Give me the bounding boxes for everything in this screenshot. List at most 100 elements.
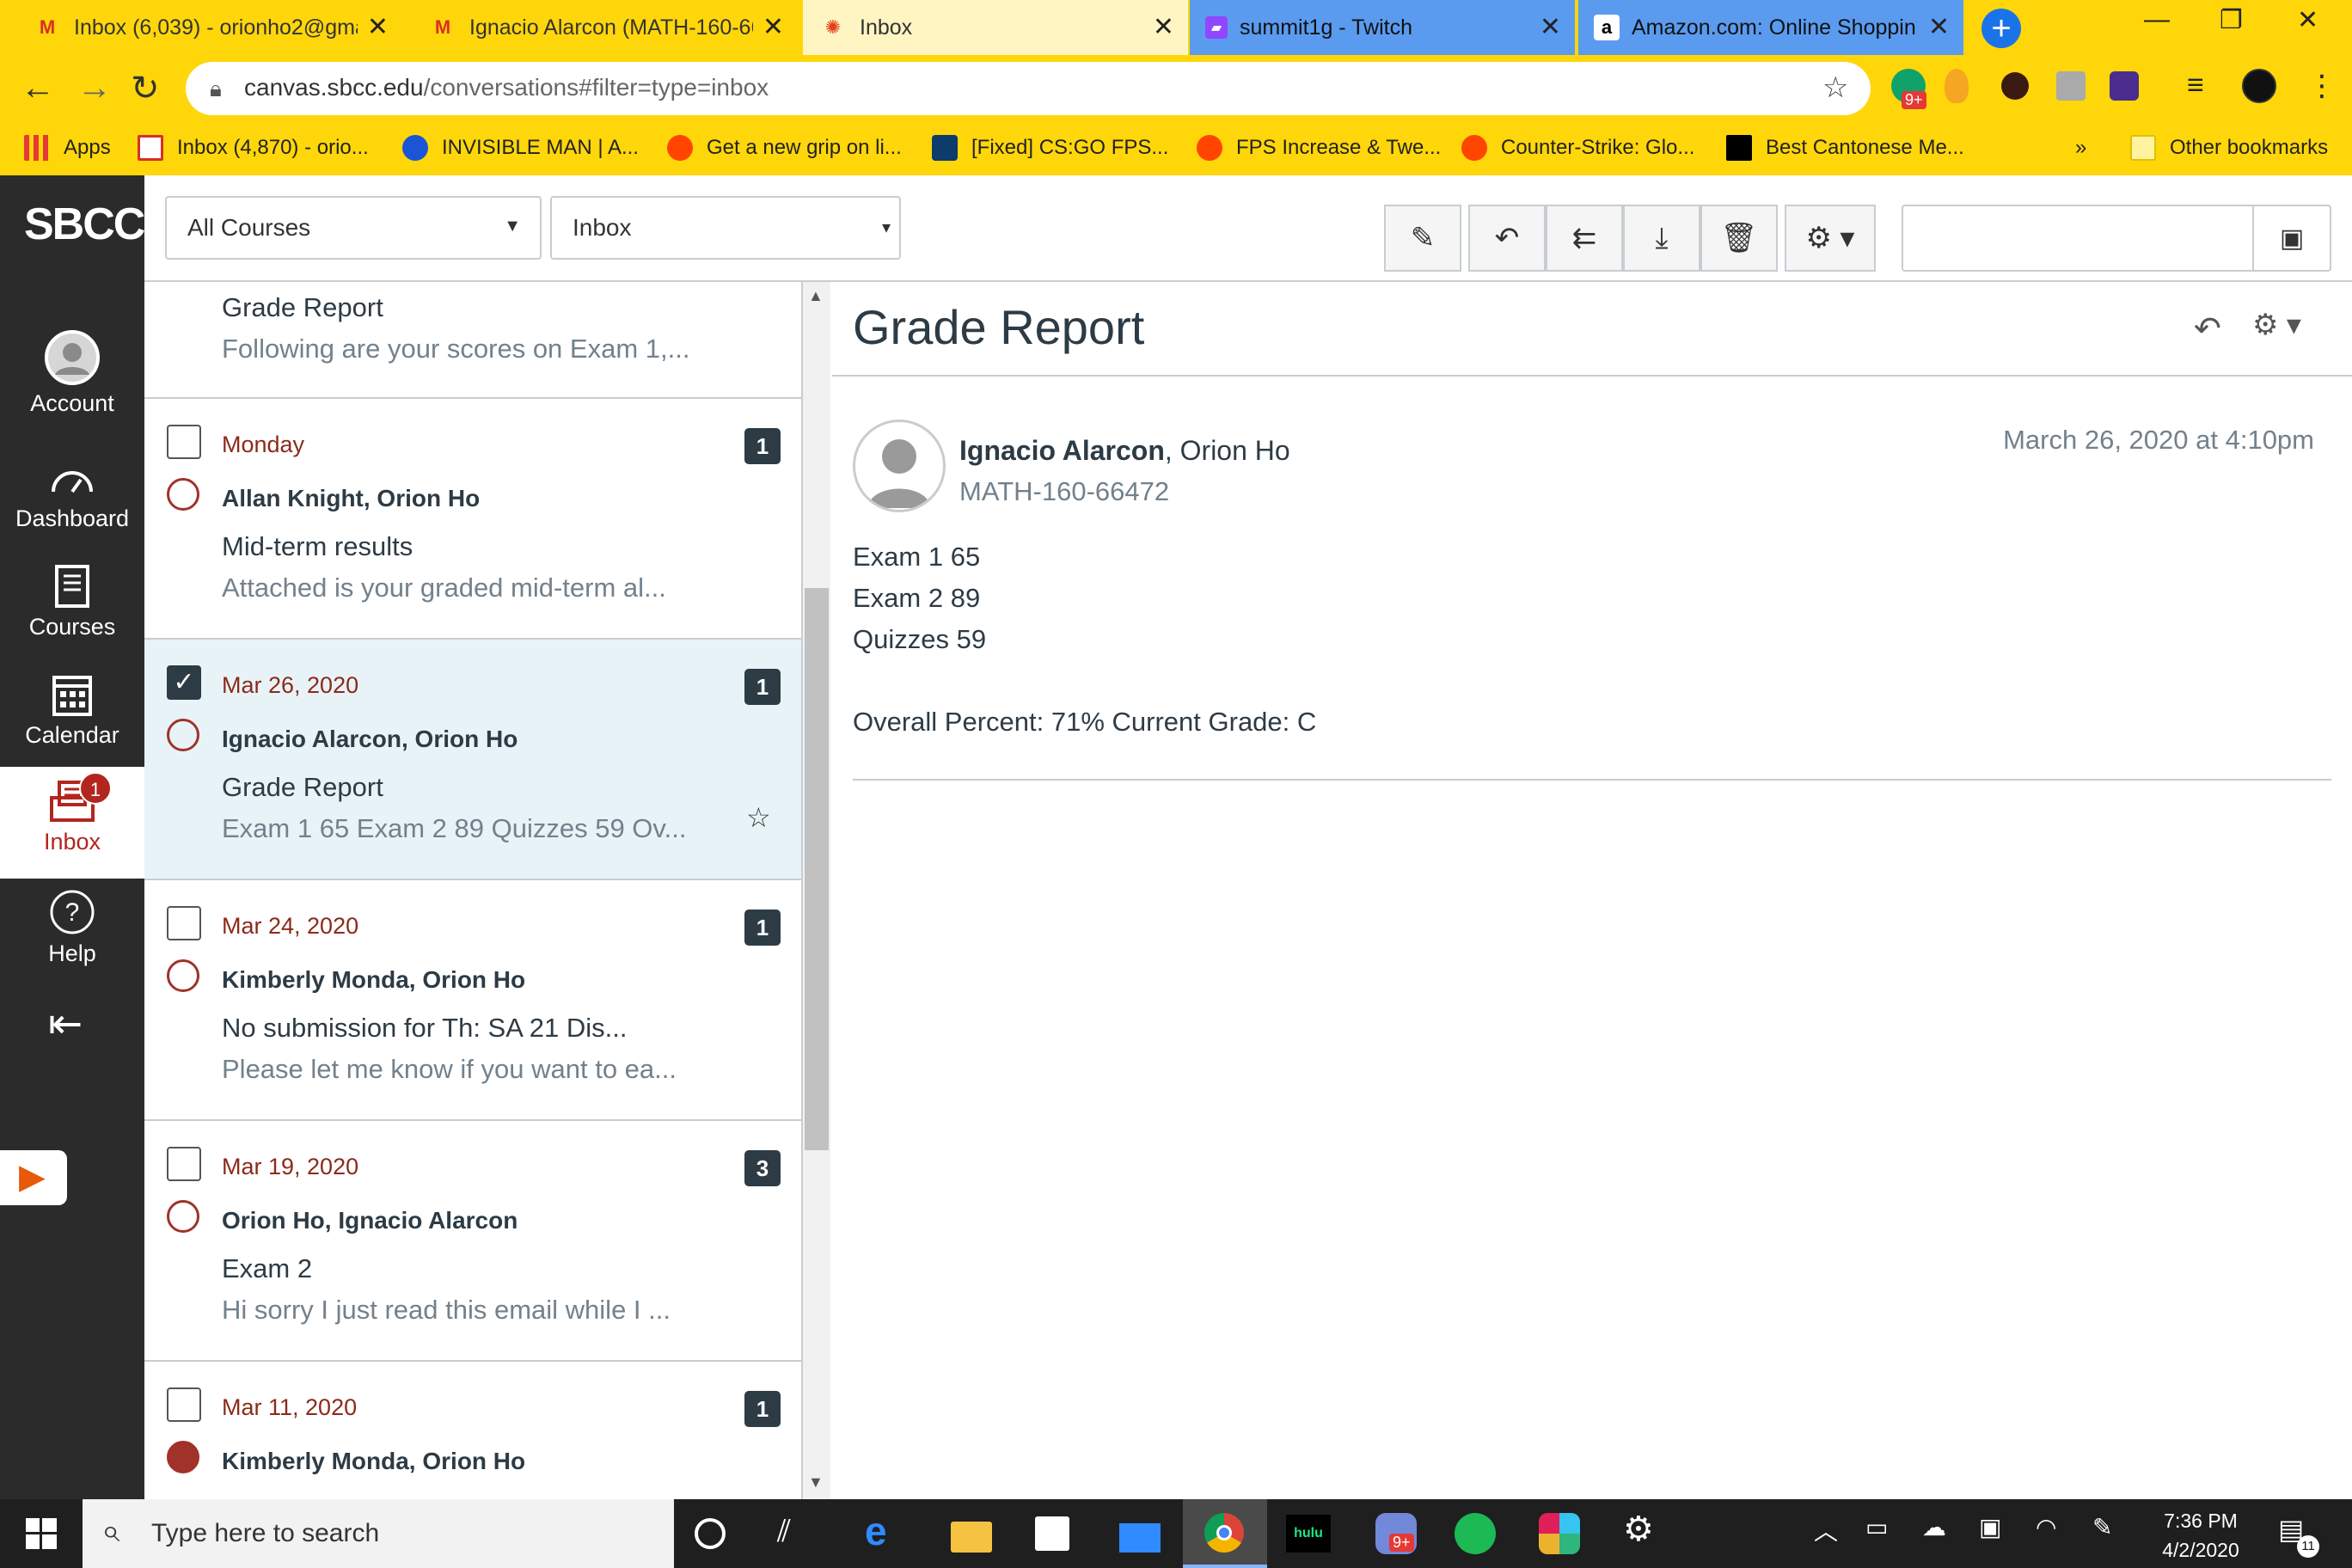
select-checkbox-checked[interactable]: ✓ bbox=[167, 665, 201, 700]
conversation-item[interactable]: Grade Report Following are your scores o… bbox=[144, 282, 801, 399]
edge-icon[interactable]: e bbox=[865, 1508, 887, 1554]
message-settings-gear-icon[interactable]: ⚙ ▾ bbox=[2252, 308, 2301, 342]
select-checkbox[interactable] bbox=[167, 425, 201, 459]
delete-button[interactable]: 🗑︎ bbox=[1700, 205, 1778, 272]
nav-account[interactable]: Account bbox=[0, 330, 144, 417]
bookmark-label: INVISIBLE MAN | A... bbox=[442, 136, 639, 159]
select-checkbox[interactable] bbox=[167, 1147, 201, 1181]
bookmark-csgo-fps[interactable]: [Fixed] CS:GO FPS... bbox=[932, 129, 1168, 167]
bookmarks-overflow-button[interactable]: » bbox=[2075, 129, 2086, 167]
sbcc-logo[interactable]: SBCC bbox=[24, 202, 145, 247]
media-player-tab[interactable]: ▶ bbox=[0, 1150, 67, 1205]
hulu-app-icon[interactable]: hulu bbox=[1286, 1515, 1331, 1553]
close-icon[interactable]: ✕ bbox=[1540, 12, 1561, 42]
battery-icon[interactable]: ▭ bbox=[1865, 1513, 1888, 1541]
task-view-icon[interactable]: ⫽ bbox=[777, 1513, 791, 1550]
reload-button[interactable]: ↻ bbox=[131, 69, 160, 108]
tab-twitch[interactable]: ▰ summit1g - Twitch ✕ bbox=[1190, 0, 1575, 55]
nav-calendar[interactable]: Calendar bbox=[0, 672, 144, 749]
sender-avatar[interactable] bbox=[853, 420, 946, 512]
nav-courses[interactable]: Courses bbox=[0, 564, 144, 640]
onedrive-icon[interactable]: ☁ bbox=[1922, 1513, 1946, 1541]
profile-avatar[interactable] bbox=[2242, 69, 2276, 103]
scroll-up-icon[interactable]: ▲ bbox=[808, 287, 824, 305]
bookmark-cantonese[interactable]: Best Cantonese Me... bbox=[1726, 129, 1964, 167]
conversation-item[interactable]: Mar 24, 2020 1 Kimberly Monda, Orion Ho … bbox=[144, 880, 801, 1121]
read-status-toggle[interactable] bbox=[167, 959, 199, 992]
bookmark-apps[interactable]: Apps bbox=[24, 129, 111, 167]
new-tab-button[interactable]: + bbox=[1981, 9, 2021, 48]
bookmark-counter-strike[interactable]: Counter-Strike: Glo... bbox=[1461, 129, 1694, 167]
reply-button[interactable]: ↶ bbox=[1468, 205, 1546, 272]
read-status-toggle[interactable] bbox=[167, 1200, 199, 1233]
bulb-extension-icon[interactable] bbox=[1945, 69, 1969, 103]
search-recipients-input[interactable] bbox=[1902, 205, 2254, 272]
conversation-item[interactable]: Mar 11, 2020 1 Kimberly Monda, Orion Ho bbox=[144, 1362, 801, 1499]
course-filter-select[interactable]: All Courses ▼ bbox=[165, 196, 542, 260]
bookmark-fps-increase[interactable]: FPS Increase & Twe... bbox=[1197, 129, 1441, 167]
tab-gmail-thread[interactable]: M Ignacio Alarcon (MATH-160-66 ✕ bbox=[413, 0, 798, 55]
conversation-item-selected[interactable]: ✓ Mar 26, 2020 1 Ignacio Alarcon, Orion … bbox=[144, 640, 801, 880]
file-explorer-icon[interactable] bbox=[951, 1522, 992, 1553]
forward-button[interactable]: → bbox=[77, 69, 112, 107]
menu-icon[interactable]: ⋮ bbox=[2307, 69, 2337, 103]
pen-icon[interactable]: ✎ bbox=[2092, 1513, 2112, 1541]
extension-icon[interactable] bbox=[2056, 71, 2086, 101]
windows-start-icon[interactable] bbox=[26, 1518, 57, 1549]
select-checkbox[interactable] bbox=[167, 1387, 201, 1422]
bookmark-gmail[interactable]: Inbox (4,870) - orio... bbox=[138, 129, 369, 167]
conversation-item[interactable]: Mar 19, 2020 3 Orion Ho, Ignacio Alarcon… bbox=[144, 1121, 801, 1362]
settings-gear-icon[interactable]: ⚙ bbox=[1623, 1510, 1654, 1549]
close-icon[interactable]: ✕ bbox=[763, 12, 784, 42]
conversation-preview: Attached is your graded mid-term al... bbox=[222, 573, 666, 603]
select-checkbox[interactable] bbox=[167, 906, 201, 940]
compose-button[interactable]: ✎ bbox=[1384, 205, 1461, 272]
collapse-nav-icon[interactable]: ⇤ bbox=[48, 1004, 83, 1045]
unread-status-toggle[interactable] bbox=[167, 1441, 199, 1473]
close-icon[interactable]: ✕ bbox=[1153, 12, 1174, 42]
reply-icon[interactable]: ↶ bbox=[2194, 309, 2221, 348]
type-filter-select[interactable]: Inbox ▾ bbox=[550, 196, 901, 260]
chrome-taskbar-button-active[interactable] bbox=[1183, 1499, 1267, 1568]
nav-help[interactable]: ? Help bbox=[0, 889, 144, 967]
back-button[interactable]: ← bbox=[21, 69, 55, 107]
wifi-icon[interactable]: ◠ bbox=[2036, 1513, 2056, 1541]
other-bookmarks[interactable]: Other bookmarks bbox=[2130, 129, 2328, 167]
media-control-icon[interactable]: ≡ bbox=[2187, 69, 2204, 102]
tab-gmail-inbox[interactable]: M Inbox (6,039) - orionho2@gma ✕ bbox=[17, 0, 402, 55]
scrollbar-thumb[interactable] bbox=[805, 588, 829, 1150]
address-book-button[interactable]: ▣ bbox=[2252, 205, 2331, 272]
taskbar-search-box[interactable]: ⌕ Type here to search bbox=[83, 1499, 674, 1568]
minimize-button[interactable]: — bbox=[2144, 5, 2170, 34]
star-icon[interactable]: ☆ bbox=[746, 801, 771, 834]
url-text[interactable]: canvas.sbcc.edu/conversations#filter=typ… bbox=[244, 74, 769, 101]
microsoft-store-icon[interactable] bbox=[1035, 1516, 1069, 1551]
scroll-down-icon[interactable]: ▼ bbox=[808, 1473, 824, 1491]
read-status-toggle[interactable] bbox=[167, 478, 199, 511]
spotify-icon[interactable] bbox=[1455, 1513, 1496, 1554]
close-icon[interactable]: ✕ bbox=[1928, 12, 1950, 42]
cortana-icon[interactable] bbox=[695, 1518, 726, 1549]
bookmark-reddit-grip[interactable]: Get a new grip on li... bbox=[667, 129, 902, 167]
close-icon[interactable]: ✕ bbox=[367, 12, 389, 42]
tab-amazon[interactable]: a Amazon.com: Online Shopping ✕ bbox=[1578, 0, 1963, 55]
extension-icon[interactable] bbox=[2110, 71, 2139, 101]
extension-icon[interactable] bbox=[2001, 72, 2029, 100]
tab-canvas-inbox[interactable]: ✺ Inbox ✕ bbox=[803, 0, 1188, 55]
reply-all-button[interactable]: ⇇ bbox=[1546, 205, 1623, 272]
archive-button[interactable]: ⤓ bbox=[1623, 205, 1700, 272]
show-hidden-icons-chevron[interactable]: ︿ bbox=[1814, 1513, 1838, 1547]
mail-icon[interactable] bbox=[1119, 1523, 1161, 1553]
nav-dashboard[interactable]: Dashboard bbox=[0, 459, 144, 532]
nav-inbox[interactable]: Inbox bbox=[0, 767, 144, 879]
system-clock[interactable]: 7:36 PM 4/2/2020 bbox=[2149, 1506, 2252, 1565]
bookmark-star-icon[interactable]: ☆ bbox=[1822, 70, 1848, 105]
close-window-button[interactable]: ✕ bbox=[2297, 5, 2318, 35]
restore-button[interactable]: ❐ bbox=[2220, 5, 2243, 35]
display-icon[interactable]: ▣ bbox=[1979, 1513, 2001, 1541]
read-status-toggle[interactable] bbox=[167, 719, 199, 751]
settings-menu-button[interactable]: ⚙ ▾ bbox=[1785, 205, 1876, 272]
bookmark-invisible-man[interactable]: INVISIBLE MAN | A... bbox=[402, 129, 639, 167]
conversation-item[interactable]: Monday 1 Allan Knight, Orion Ho Mid-term… bbox=[144, 399, 801, 640]
slack-icon[interactable] bbox=[1539, 1513, 1580, 1554]
